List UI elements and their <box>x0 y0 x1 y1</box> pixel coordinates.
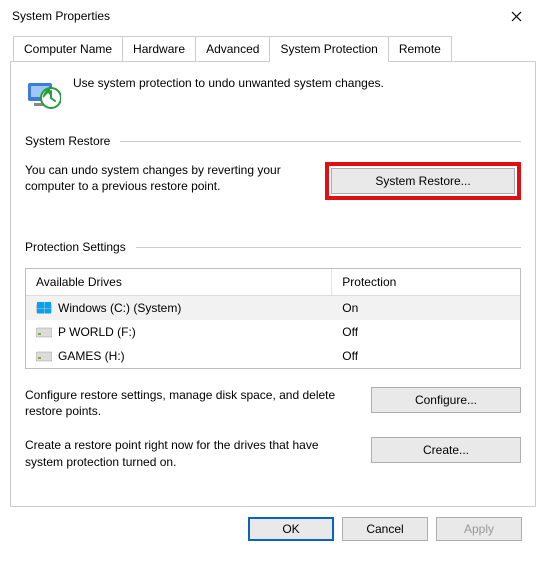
divider <box>120 141 521 142</box>
ok-button[interactable]: OK <box>248 517 334 541</box>
drive-name: P WORLD (F:) <box>58 325 136 339</box>
configure-description: Configure restore settings, manage disk … <box>25 387 347 419</box>
drive-name: GAMES (H:) <box>58 349 125 363</box>
create-row: Create a restore point right now for the… <box>25 437 521 469</box>
intro-row: Use system protection to undo unwanted s… <box>25 76 521 112</box>
close-icon <box>511 11 522 22</box>
create-button[interactable]: Create... <box>371 437 521 463</box>
drive-protection: Off <box>332 320 520 344</box>
system-protection-icon <box>25 76 61 112</box>
tab-hardware[interactable]: Hardware <box>122 36 196 61</box>
table-row[interactable]: Windows (C:) (System) On <box>26 296 520 320</box>
create-description: Create a restore point right now for the… <box>25 437 347 469</box>
section-protection-settings: Protection Settings <box>25 240 521 254</box>
section-system-restore: System Restore <box>25 134 521 148</box>
drives-table: Available Drives Protection Windows (C:)… <box>25 268 521 369</box>
cancel-button[interactable]: Cancel <box>342 517 428 541</box>
tab-remote[interactable]: Remote <box>388 36 452 61</box>
windows-drive-icon <box>36 302 52 314</box>
drive-protection: On <box>332 296 520 320</box>
titlebar: System Properties <box>0 0 546 32</box>
col-header-protection[interactable]: Protection <box>332 269 520 295</box>
table-header: Available Drives Protection <box>26 269 520 296</box>
restore-row: You can undo system changes by reverting… <box>25 162 521 200</box>
system-restore-button[interactable]: System Restore... <box>331 168 515 194</box>
client-area: Computer Name Hardware Advanced System P… <box>0 32 546 551</box>
tab-system-protection[interactable]: System Protection <box>269 36 388 62</box>
table-row[interactable]: GAMES (H:) Off <box>26 344 520 368</box>
dialog-buttons: OK Cancel Apply <box>10 507 536 541</box>
restore-description: You can undo system changes by reverting… <box>25 162 301 194</box>
system-restore-heading: System Restore <box>25 134 110 148</box>
highlight-frame: System Restore... <box>325 162 521 200</box>
tab-strip: Computer Name Hardware Advanced System P… <box>10 36 536 61</box>
protection-settings-heading: Protection Settings <box>25 240 126 254</box>
apply-button[interactable]: Apply <box>436 517 522 541</box>
col-header-drives[interactable]: Available Drives <box>26 269 332 295</box>
tab-panel: Use system protection to undo unwanted s… <box>10 61 536 507</box>
close-button[interactable] <box>494 1 538 31</box>
hdd-icon <box>36 350 52 362</box>
drive-name: Windows (C:) (System) <box>58 301 181 315</box>
tab-advanced[interactable]: Advanced <box>195 36 270 61</box>
table-row[interactable]: P WORLD (F:) Off <box>26 320 520 344</box>
configure-row: Configure restore settings, manage disk … <box>25 387 521 419</box>
configure-button[interactable]: Configure... <box>371 387 521 413</box>
window-title: System Properties <box>12 9 494 23</box>
divider <box>136 247 521 248</box>
tab-computer-name[interactable]: Computer Name <box>13 36 123 61</box>
hdd-icon <box>36 326 52 338</box>
drive-protection: Off <box>332 344 520 368</box>
intro-text: Use system protection to undo unwanted s… <box>73 76 384 112</box>
